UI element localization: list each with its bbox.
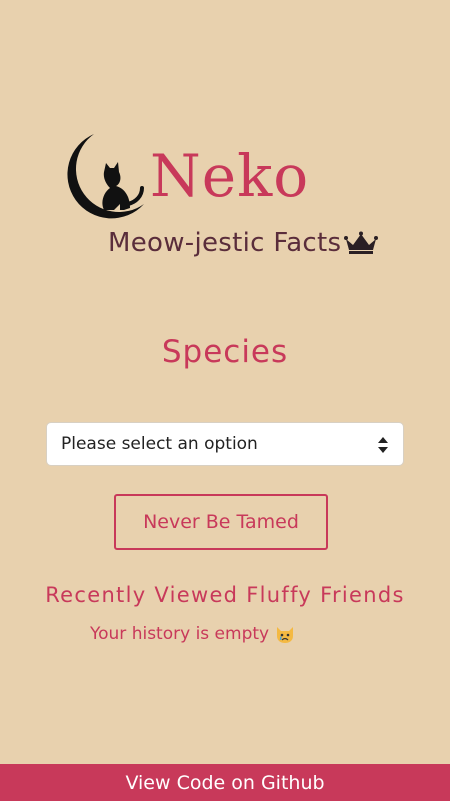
species-select-value: Please select an option — [61, 434, 258, 454]
species-select[interactable]: Please select an option — [46, 422, 404, 466]
footer: View Code on Github — [0, 764, 450, 801]
crying-cat-face-icon — [277, 627, 294, 643]
never-be-tamed-button[interactable]: Never Be Tamed — [114, 494, 328, 550]
recently-viewed-heading: Recently Viewed Fluffy Friends — [45, 583, 405, 607]
select-arrows-icon — [378, 437, 388, 453]
crown-icon — [344, 231, 379, 254]
logo — [64, 130, 154, 222]
history-status: Your history is empty — [90, 624, 295, 644]
app-subtitle: Meow-jestic Facts — [108, 228, 342, 258]
history-empty-text: Your history is empty — [90, 624, 270, 644]
app-title: Neko — [150, 142, 310, 210]
cat-on-moon-icon — [67, 134, 144, 219]
github-link[interactable]: View Code on Github — [125, 772, 324, 794]
subtitle-row: Meow-jestic Facts — [108, 228, 379, 258]
species-heading: Species — [161, 334, 289, 370]
